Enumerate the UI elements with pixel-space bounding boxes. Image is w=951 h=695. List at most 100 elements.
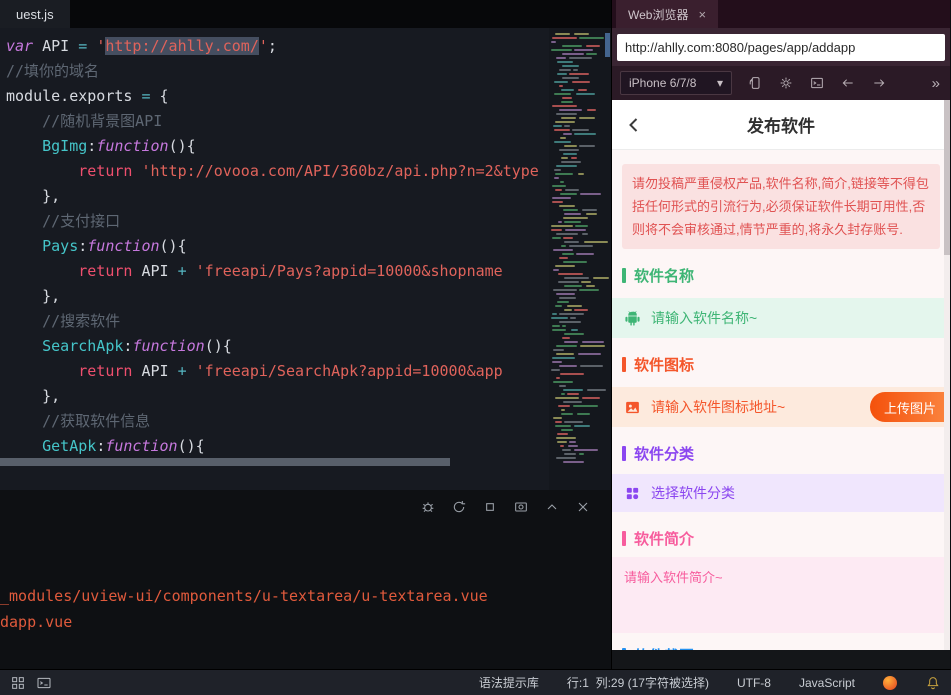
code-editor[interactable]: var API = 'http://ahlly.com/'; //填你的域名 mod… bbox=[0, 28, 611, 490]
console-output: _modules/uview-ui/components/u-textarea/… bbox=[0, 583, 611, 635]
intro-textarea[interactable]: 请输入软件简介~ bbox=[612, 557, 950, 634]
section-bar bbox=[622, 357, 626, 373]
console-panel: _modules/uview-ui/components/u-textarea/… bbox=[0, 490, 611, 669]
tab-web-browser[interactable]: Web浏览器 × bbox=[616, 0, 719, 28]
section-title: 软件名称 bbox=[622, 265, 950, 286]
code-line: return 'http://ovooa.com/API/360bz/api.p… bbox=[78, 162, 539, 180]
notification-badge-icon[interactable] bbox=[883, 675, 897, 690]
browser-footer-strip bbox=[612, 650, 950, 669]
devtools-icon[interactable] bbox=[809, 75, 825, 91]
icon-url-field[interactable]: 请输入软件图标地址~ 上传图片 bbox=[612, 387, 950, 428]
restart-icon[interactable] bbox=[451, 499, 467, 515]
icon-placeholder: 请输入软件图标地址~ bbox=[651, 399, 786, 416]
url-input[interactable] bbox=[617, 33, 945, 61]
editor-pane: uest.js var API = 'http://ahlly.com/'; //… bbox=[0, 0, 612, 669]
section-bar bbox=[622, 648, 626, 650]
section-screenshot: 软件截图 bbox=[612, 645, 950, 650]
section-bar bbox=[622, 531, 626, 547]
editor-tabbar: uest.js bbox=[0, 0, 611, 28]
section-icon: 软件图标 请输入软件图标地址~ 上传图片 bbox=[612, 354, 950, 428]
code-area[interactable]: var API = 'http://ahlly.com/'; //填你的域名 mod… bbox=[0, 28, 549, 490]
tab-label: Web浏览器 bbox=[628, 7, 689, 22]
section-title: 软件截图 bbox=[622, 645, 950, 650]
close-tab-icon[interactable]: × bbox=[698, 7, 706, 22]
more-tools-icon[interactable]: » bbox=[932, 75, 942, 92]
code-line: }, bbox=[6, 387, 61, 405]
image-icon bbox=[626, 401, 639, 414]
browser-pane: Web浏览器 × iPhone 6/7/8 ▾ » bbox=[612, 0, 950, 669]
code-line: Pays:function(){ bbox=[42, 237, 187, 255]
code-line: return API + 'freeapi/Pays?appid=10000&s… bbox=[78, 262, 503, 280]
section-title-label: 软件分类 bbox=[634, 446, 695, 464]
code-line: GetApk:function(){ bbox=[42, 437, 205, 455]
code-line: return API + 'freeapi/SearchApk?appid=10… bbox=[78, 362, 503, 380]
apps-grid-icon[interactable] bbox=[10, 675, 26, 691]
back-arrow-icon[interactable] bbox=[840, 75, 856, 91]
mobile-viewport: 发布软件 请勿投稿严重侵权产品,软件名称,简介,链接等不得包括任何形式的引流行为… bbox=[612, 100, 950, 650]
section-intro: 软件简介 请输入软件简介~ bbox=[612, 528, 950, 634]
section-title: 软件简介 bbox=[622, 528, 950, 549]
code-line: //支付接口 bbox=[6, 212, 121, 230]
forward-arrow-icon[interactable] bbox=[871, 75, 887, 91]
section-bar bbox=[622, 446, 626, 462]
close-console-icon[interactable] bbox=[575, 499, 591, 515]
settings-gear-icon[interactable] bbox=[778, 75, 794, 91]
vertical-scrollbar-thumb[interactable] bbox=[605, 33, 610, 57]
rotate-device-icon[interactable] bbox=[747, 75, 763, 91]
screenshot-icon[interactable] bbox=[513, 499, 529, 515]
encoding-status[interactable]: UTF-8 bbox=[737, 676, 771, 690]
debug-icon[interactable] bbox=[420, 499, 436, 515]
console-log-line[interactable]: _modules/uview-ui/components/u-textarea/… bbox=[0, 583, 611, 609]
category-picker[interactable]: 选择软件分类 bbox=[612, 474, 950, 513]
page-title: 发布软件 bbox=[747, 117, 815, 136]
browser-toolbar: iPhone 6/7/8 ▾ » bbox=[612, 66, 950, 100]
code-line: var API = 'http://ahlly.com/'; bbox=[6, 37, 277, 55]
section-title-label: 软件名称 bbox=[634, 268, 695, 286]
device-select[interactable]: iPhone 6/7/8 ▾ bbox=[620, 71, 732, 95]
page-scrollbar-thumb[interactable] bbox=[944, 100, 950, 255]
cursor-position-status[interactable]: 行:1 列:29 (17字符被选择) bbox=[567, 674, 709, 691]
horizontal-scrollbar[interactable] bbox=[0, 458, 545, 466]
upload-image-button[interactable]: 上传图片 bbox=[869, 392, 950, 423]
code-line: //随机背景图API bbox=[6, 112, 163, 130]
tab-request-js[interactable]: uest.js bbox=[0, 0, 70, 28]
code-line: //获取软件信息 bbox=[6, 412, 151, 430]
stop-icon[interactable] bbox=[482, 499, 498, 515]
syntax-library-status[interactable]: 语法提示库 bbox=[479, 674, 539, 691]
section-title: 软件图标 bbox=[622, 354, 950, 375]
code-line: //搜索软件 bbox=[6, 312, 121, 330]
back-chevron-icon[interactable] bbox=[622, 113, 646, 142]
chevron-down-icon: ▾ bbox=[716, 76, 723, 90]
console-log-line[interactable]: dapp.vue bbox=[0, 609, 611, 635]
section-name: 软件名称 请输入软件名称~ bbox=[612, 265, 950, 339]
horizontal-scrollbar-thumb[interactable] bbox=[0, 458, 450, 466]
console-toolbar bbox=[420, 499, 591, 515]
app-window: uest.js var API = 'http://ahlly.com/'; //… bbox=[0, 0, 951, 695]
browser-tabbar: Web浏览器 × bbox=[612, 0, 950, 28]
collapse-icon[interactable] bbox=[544, 499, 560, 515]
section-title-label: 软件简介 bbox=[634, 531, 695, 549]
page-scrollbar[interactable] bbox=[944, 100, 950, 650]
code-line: }, bbox=[6, 287, 61, 305]
section-title-label: 软件截图 bbox=[634, 645, 694, 650]
section-title: 软件分类 bbox=[622, 443, 950, 464]
category-placeholder: 选择软件分类 bbox=[651, 485, 735, 502]
intro-placeholder: 请输入软件简介~ bbox=[624, 570, 723, 586]
tab-label: uest.js bbox=[16, 6, 54, 22]
bell-icon[interactable] bbox=[925, 675, 941, 691]
language-mode-status[interactable]: JavaScript bbox=[799, 676, 855, 690]
section-title-label: 软件图标 bbox=[634, 357, 695, 375]
status-bar: 语法提示库 行:1 列:29 (17字符被选择) UTF-8 JavaScrip… bbox=[0, 669, 951, 695]
url-bar bbox=[612, 28, 950, 66]
name-input-field[interactable]: 请输入软件名称~ bbox=[612, 298, 950, 339]
section-category: 软件分类 选择软件分类 bbox=[612, 443, 950, 513]
code-line: SearchApk:function(){ bbox=[42, 337, 232, 355]
mobile-navbar: 发布软件 bbox=[612, 100, 950, 150]
minimap[interactable] bbox=[549, 28, 611, 490]
terminal-icon[interactable] bbox=[36, 675, 52, 691]
section-bar bbox=[622, 268, 626, 284]
name-placeholder: 请输入软件名称~ bbox=[651, 310, 758, 327]
warning-notice: 请勿投稿严重侵权产品,软件名称,简介,链接等不得包括任何形式的引流行为,必须保证… bbox=[622, 164, 940, 250]
code-line: module.exports = { bbox=[6, 87, 169, 105]
grid-icon bbox=[626, 487, 639, 500]
